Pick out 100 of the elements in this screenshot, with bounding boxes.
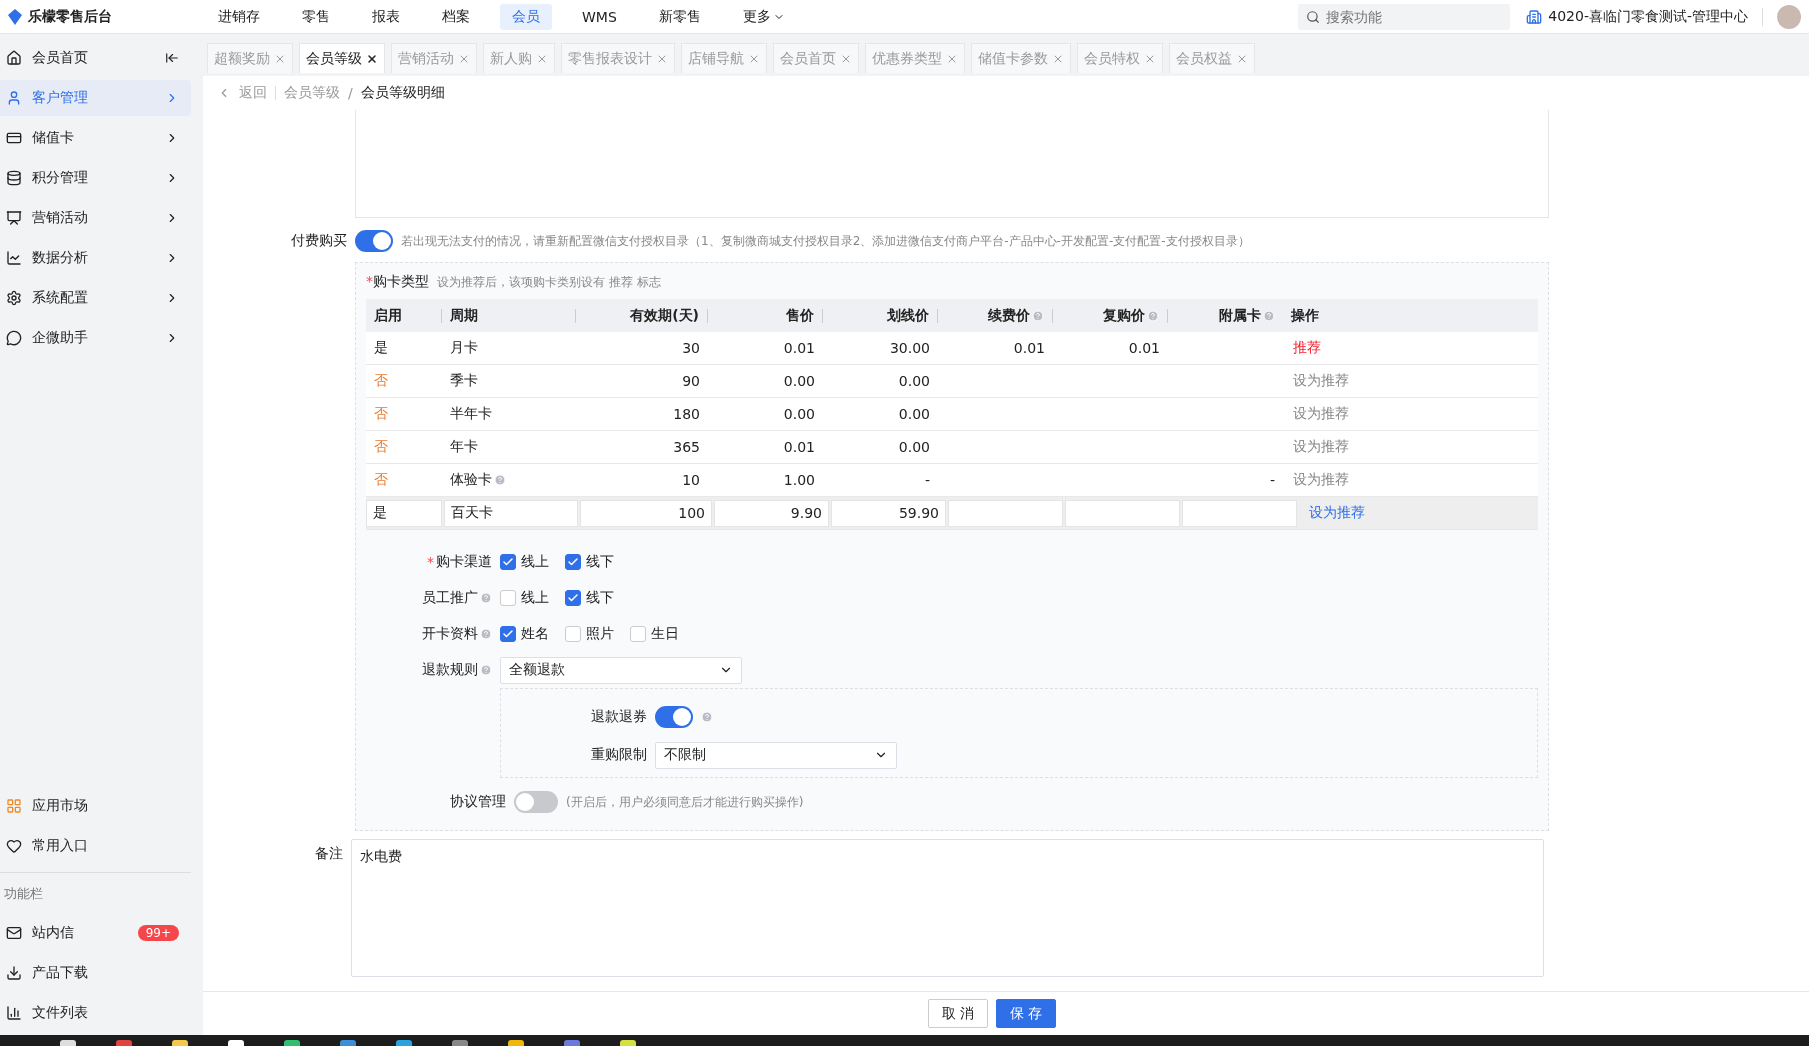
field-label: *购卡渠道 [426,553,492,571]
breadcrumb-item: 会员等级明细 [360,84,445,102]
table-cell-text: - [1268,472,1276,488]
save-button[interactable]: 保 存 [996,999,1056,1028]
hint-text: 若出现无法支付的情况，请重新配置微信支付授权目录（1、复制微商城支付授权目录2、添加进微信支付商户平台-产品中心-开发配置-支付配置-支付授权目录） [401,232,1250,250]
nav-item[interactable]: 进销存 [206,3,272,30]
help-icon [480,592,492,604]
sidebar-item[interactable]: 企微助手 [0,320,191,356]
table-input[interactable]: 9.90 [714,499,829,527]
checkbox-option[interactable]: 线下 [565,589,614,607]
field-label: 付费购买 [290,232,347,250]
card-icon [6,130,22,146]
table-cell-text: 0.01 [782,340,816,356]
toggle-switch[interactable] [655,706,693,728]
table-cell-text: 10 [681,472,701,488]
nav-item[interactable]: 更多 [730,3,797,30]
table-cell-text: 0.00 [782,373,816,389]
sidebar-item[interactable]: 产品下载 [0,955,191,991]
help-icon [1263,309,1275,322]
help-icon [494,474,506,486]
sidebar-item[interactable]: 积分管理 [0,160,191,196]
breadcrumb-separator: / [348,85,353,101]
table-input[interactable] [948,499,1063,527]
dropdown-select[interactable]: 全额退款 [500,656,742,684]
checkbox-option[interactable]: 姓名 [500,625,549,643]
table-cell-text: 半年卡 [449,405,493,423]
field-label: 员工推广 [366,589,492,607]
sidebar-item[interactable]: 营销活动 [0,200,191,236]
store-name[interactable]: 4020-喜临门零食测试-管理中心 [1548,7,1748,26]
table-cell-text: 180 [672,406,701,422]
chat-bubble-icon [6,330,22,346]
logo-icon [8,8,22,25]
checkbox-option[interactable]: 线下 [565,553,614,571]
nav-item[interactable]: 报表 [360,3,412,30]
checkbox-option[interactable]: 线上 [500,553,549,571]
table-input[interactable]: 59.90 [831,499,946,527]
presentation-icon [6,210,22,226]
table-input[interactable]: 100 [580,499,712,527]
nav-item[interactable]: 新零售 [646,3,713,30]
table-input[interactable] [1182,499,1297,527]
table-input[interactable]: 百天卡 [444,499,578,527]
remark-field[interactable]: 水电费 [351,839,1544,977]
field-label: 备注 [314,844,343,863]
help-icon [1147,309,1159,322]
search-field[interactable]: 搜索功能 [1298,3,1511,30]
tab[interactable]: 会员等级 [299,43,385,73]
table-cell-text: 是 [373,339,389,357]
set-recommended-link[interactable]: 设为推荐 [1283,471,1538,489]
table-cell-text: 否 [373,471,389,489]
set-recommended-link[interactable]: 设为推荐 [1283,405,1538,423]
database-icon [6,170,22,186]
sidebar-item[interactable]: 应用市场 [0,788,191,824]
settings-icon [6,290,22,306]
field-label: 重购限制 [590,746,647,764]
nav-item[interactable]: 零售 [290,3,342,30]
avatar[interactable] [1777,4,1801,29]
table-cell-text: 否 [373,372,389,390]
check-icon [502,628,514,640]
help-icon [480,628,492,640]
close-icon[interactable] [366,52,378,65]
checkbox-option[interactable]: 照片 [565,625,614,643]
field-label: 协议管理 [449,793,506,811]
table-cell-text: 0.00 [897,406,931,422]
sidebar-item[interactable]: 储值卡 [0,120,191,156]
column-header: 操作 [1290,308,1320,323]
table-cell-text: 0.00 [782,406,816,422]
table-cell-text: 0.01 [782,439,816,455]
check-icon [502,556,514,568]
nav-item[interactable]: 会员 [500,3,552,30]
sidebar-item[interactable]: 常用入口 [0,828,191,864]
mail-icon [6,925,22,941]
checkbox-option[interactable]: 线上 [500,589,549,607]
sidebar-item[interactable]: 客户管理 [0,80,191,116]
line-chart-icon [6,250,22,266]
set-recommended-link[interactable]: 设为推荐 [1283,372,1538,390]
collapse-icon[interactable] [165,51,179,65]
dropdown-select[interactable]: 不限制 [655,741,897,769]
sidebar-item[interactable]: 站内信 99+ [0,915,191,951]
check-icon [567,592,579,604]
sidebar-item[interactable]: 系统配置 [0,280,191,316]
checkbox-option[interactable]: 生日 [630,625,679,643]
set-recommended-link[interactable]: 设为推荐 [1283,438,1538,456]
set-recommended-link[interactable]: 设为推荐 [1299,504,1538,522]
sidebar-item[interactable]: 数据分析 [0,240,191,276]
table-cell-text: 90 [681,373,701,389]
column-header: 周期 [442,308,576,323]
toggle-switch[interactable] [355,230,393,252]
cancel-button[interactable]: 取 消 [928,999,988,1028]
toggle-switch[interactable] [514,791,558,813]
recommended-label[interactable]: 推荐 [1283,339,1538,357]
nav-item[interactable]: 档案 [430,3,482,30]
table-input[interactable] [1065,499,1180,527]
nav-item[interactable]: WMS [570,3,629,30]
brand-title: 乐檬零售后台 [28,7,112,26]
sidebar-item[interactable]: 会员首页 [0,40,191,76]
help-icon [1032,309,1044,322]
download-icon [6,965,22,981]
sidebar-item[interactable]: 文件列表 [0,995,191,1031]
table-input[interactable]: 是 [366,499,442,527]
hint-text: (开启后，用户必须同意后才能进行购买操作) [566,793,804,811]
